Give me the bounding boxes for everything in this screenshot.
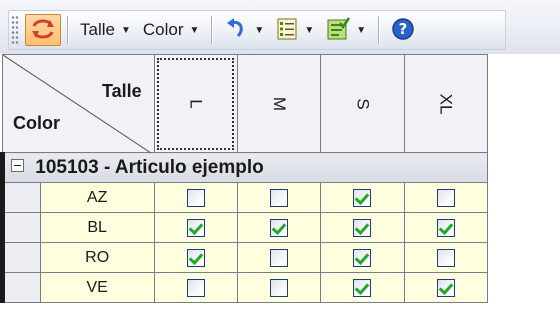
grid-cell: [320, 212, 405, 243]
grid-cell: [236, 212, 322, 243]
toolbar: Talle ▼ Color ▼ ▼ ▼ ▼ ?: [0, 0, 560, 54]
checkbox-unchecked[interactable]: [270, 278, 289, 297]
corner-talle-label: Talle: [101, 81, 142, 101]
table-row: VE: [0, 272, 489, 303]
column-header-l[interactable]: L: [153, 54, 238, 153]
grid-cell: [320, 182, 405, 213]
checkbox-checked[interactable]: [353, 278, 372, 297]
group-header: 105103 - Articulo ejemplo: [0, 152, 488, 183]
undo-icon: [224, 17, 248, 44]
chevron-down-icon: ▼: [120, 24, 131, 36]
grid-cell: [403, 242, 489, 273]
checkbox-checked[interactable]: [270, 218, 289, 237]
collapse-icon[interactable]: [11, 158, 24, 172]
undo-button[interactable]: ▼: [218, 14, 270, 46]
chevron-down-icon: ▼: [254, 24, 265, 36]
toolbar-separator: [378, 16, 380, 44]
toolbar-grip[interactable]: [11, 15, 19, 45]
row-label: VE: [39, 272, 155, 303]
checkbox-checked[interactable]: [353, 248, 372, 267]
checkbox-checked[interactable]: [436, 278, 455, 297]
column-header-s[interactable]: S: [320, 54, 405, 153]
checkbox-checked[interactable]: [353, 218, 372, 237]
row-label: BL: [39, 212, 155, 243]
chevron-down-icon: ▼: [304, 24, 315, 36]
color-dropdown[interactable]: Color ▼: [137, 14, 206, 46]
grid-cell: [236, 272, 322, 303]
grid-cell: [403, 272, 489, 303]
grid-cell: [236, 242, 322, 273]
grid-cell: [236, 182, 322, 213]
diagonal-divider: [3, 55, 152, 153]
column-header-m[interactable]: M: [236, 54, 322, 153]
grid-cell: [320, 272, 405, 303]
chevron-down-icon: ▼: [189, 24, 200, 36]
checkbox-checked[interactable]: [353, 188, 372, 207]
grid-cell: [153, 242, 238, 273]
svg-text:?: ?: [399, 20, 408, 38]
checkbox-unchecked[interactable]: [186, 188, 205, 207]
row-label: RO: [39, 242, 155, 273]
row-indent: [0, 272, 41, 303]
grid-cell: [403, 212, 489, 243]
row-label: AZ: [39, 182, 155, 213]
toolbar-separator: [67, 16, 68, 44]
checkbox-checked[interactable]: [186, 218, 205, 237]
size-color-grid: Talle Color L M S XL 105103 - Articulo e…: [0, 54, 489, 303]
checklist-icon: [326, 16, 351, 44]
checkbox-checked[interactable]: [186, 248, 205, 267]
checklist-button[interactable]: ▼: [320, 14, 372, 46]
table-row: AZ: [0, 182, 489, 213]
grid-header-row: Talle Color L M S XL: [2, 54, 489, 153]
grid-cell: [320, 242, 405, 273]
grid-cell: [153, 272, 238, 303]
help-icon: ?: [391, 17, 415, 44]
chevron-down-icon: ▼: [356, 24, 367, 36]
help-button[interactable]: ?: [385, 14, 421, 46]
swap-icon: [30, 16, 56, 45]
list-icon: [276, 17, 298, 44]
row-indent: [0, 212, 41, 243]
grid-cell: [403, 182, 489, 213]
toolbar-separator: [211, 16, 213, 44]
grid-cell: [153, 212, 238, 243]
checkbox-unchecked[interactable]: [436, 248, 455, 267]
group-label: 105103 - Articulo ejemplo: [35, 156, 264, 178]
group-row: 105103 - Articulo ejemplo: [0, 152, 488, 183]
list-button[interactable]: ▼: [270, 14, 320, 46]
checkbox-unchecked[interactable]: [436, 188, 455, 207]
swap-button[interactable]: [25, 14, 61, 46]
table-row: RO: [0, 242, 489, 273]
column-header-xl[interactable]: XL: [403, 54, 489, 153]
grid-corner-header: Talle Color: [2, 54, 155, 153]
corner-color-label: Color: [13, 113, 60, 133]
table-row: BL: [0, 212, 489, 243]
talle-dropdown-label: Talle: [80, 20, 115, 39]
checkbox-unchecked[interactable]: [270, 188, 289, 207]
grid-cell: [153, 182, 238, 213]
checkbox-checked[interactable]: [436, 218, 455, 237]
row-indent: [0, 242, 41, 273]
row-indent: [0, 182, 41, 213]
color-dropdown-label: Color: [142, 20, 184, 39]
checkbox-unchecked[interactable]: [186, 278, 205, 297]
checkbox-unchecked[interactable]: [270, 248, 289, 267]
toolbar-strip: Talle ▼ Color ▼ ▼ ▼ ▼ ?: [8, 10, 506, 50]
talle-dropdown[interactable]: Talle ▼: [74, 14, 137, 46]
